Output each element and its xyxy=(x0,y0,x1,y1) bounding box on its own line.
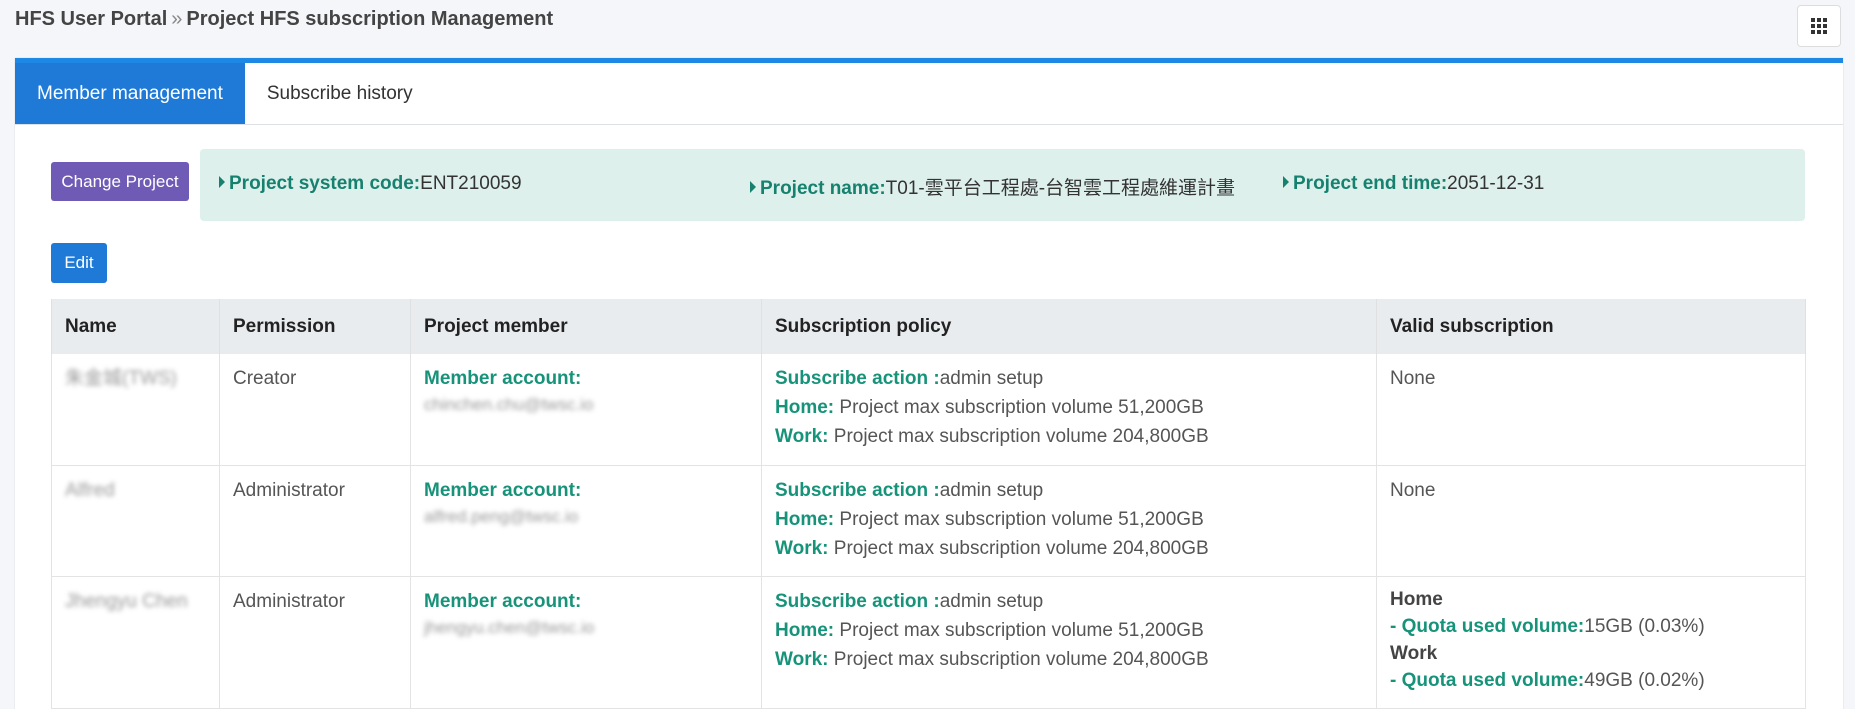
home-policy-label: Home: xyxy=(775,619,835,641)
member-name: Alfred xyxy=(51,465,220,577)
member-permission: Administrator xyxy=(219,465,411,577)
caret-right-icon xyxy=(750,181,756,193)
members-table: Name Permission Project member Subscript… xyxy=(51,299,1806,709)
home-policy-value: Project max subscription volume 51,200GB xyxy=(839,619,1204,641)
member-permission: Administrator xyxy=(219,576,411,709)
work-policy-value: Project max subscription volume 204,800G… xyxy=(833,537,1209,559)
subscription-policy-cell: Subscribe action :admin setup Home: Proj… xyxy=(761,465,1377,577)
work-policy-label: Work: xyxy=(775,426,829,447)
subscription-policy-cell: Subscribe action :admin setup Home: Proj… xyxy=(761,354,1377,466)
caret-right-icon xyxy=(1283,176,1289,188)
subscribe-action-label: Subscribe action : xyxy=(775,479,940,501)
home-policy-label: Home: xyxy=(775,508,835,530)
tab-subscribe-history[interactable]: Subscribe history xyxy=(245,63,435,124)
valid-subscription-cell: None xyxy=(1376,465,1806,577)
caret-right-icon xyxy=(219,176,225,188)
valid-subscription-cell: Home - Quota used volume:15GB (0.03%) Wo… xyxy=(1376,576,1806,709)
breadcrumb: HFS User Portal» Project HFS subscription… xyxy=(15,8,553,31)
member-account-value: chinchen.chu@twsc.io xyxy=(424,395,594,414)
member-account-cell: Member account: jhengyu.chen@twsc.io xyxy=(410,576,762,709)
project-name: Project name:T01-雲平台工程處-台智雲工程處維運計畫 xyxy=(750,173,1235,200)
member-permission: Creator xyxy=(219,354,411,466)
home-policy-label: Home: xyxy=(775,397,835,418)
quota-label: - Quota used volume: xyxy=(1390,615,1585,637)
subscribe-action-label: Subscribe action : xyxy=(775,368,940,389)
table-header-row: Name Permission Project member Subscript… xyxy=(51,299,1806,354)
column-header-name: Name xyxy=(51,299,220,354)
member-account-cell: Member account: chinchen.chu@twsc.io xyxy=(410,354,762,466)
breadcrumb-current: Project HFS subscription Management xyxy=(186,8,554,30)
subscribe-action-value: admin setup xyxy=(939,479,1044,501)
column-header-valid-subscription: Valid subscription xyxy=(1376,299,1806,354)
subscribe-action-value: admin setup xyxy=(939,590,1044,612)
member-account-label: Member account: xyxy=(424,479,582,501)
member-account-cell: Member account: alfred.peng@twsc.io xyxy=(410,465,762,577)
subscribe-action-value: admin setup xyxy=(939,368,1044,389)
subscription-policy-cell: Subscribe action :admin setup Home: Proj… xyxy=(761,576,1377,709)
edit-button[interactable]: Edit xyxy=(51,243,107,283)
project-info-bar: Project system code:ENT210059 Project na… xyxy=(200,149,1805,221)
table-row: 朱金城(TWS) Creator Member account: chinche… xyxy=(51,354,1806,466)
member-account-label: Member account: xyxy=(424,368,582,389)
home-policy-value: Project max subscription volume 51,200GB xyxy=(839,397,1204,418)
change-project-button[interactable]: Change Project xyxy=(51,162,189,201)
work-policy-value: Project max subscription volume 204,800G… xyxy=(833,426,1209,447)
apps-grid-icon xyxy=(1811,18,1827,34)
breadcrumb-separator: » xyxy=(171,8,183,30)
work-policy-label: Work: xyxy=(775,648,829,670)
tab-bar: Member management Subscribe history xyxy=(15,63,1843,125)
project-code: Project system code:ENT210059 xyxy=(219,173,522,195)
valid-home-title: Home xyxy=(1390,588,1443,610)
valid-subscription-cell: None xyxy=(1376,354,1806,466)
column-header-permission: Permission xyxy=(219,299,411,354)
apps-button[interactable] xyxy=(1797,5,1841,47)
home-policy-value: Project max subscription volume 51,200GB xyxy=(839,508,1204,530)
member-name: Jhengyu Chen xyxy=(51,576,220,709)
member-account-value: alfred.peng@twsc.io xyxy=(424,506,579,526)
project-end-time: Project end time:2051-12-31 xyxy=(1283,173,1544,195)
member-account-value: jhengyu.chen@twsc.io xyxy=(424,617,595,637)
member-name: 朱金城(TWS) xyxy=(51,354,220,466)
work-policy-value: Project max subscription volume 204,800G… xyxy=(833,648,1209,670)
breadcrumb-root[interactable]: HFS User Portal xyxy=(15,8,167,30)
tab-member-management[interactable]: Member management xyxy=(15,63,245,124)
column-header-project-member: Project member xyxy=(410,299,762,354)
quota-label: - Quota used volume: xyxy=(1390,669,1585,691)
main-card: Member management Subscribe history Chan… xyxy=(15,58,1843,709)
column-header-subscription-policy: Subscription policy xyxy=(761,299,1377,354)
member-account-label: Member account: xyxy=(424,590,582,612)
valid-work-title: Work xyxy=(1390,642,1438,664)
table-row: Alfred Administrator Member account: alf… xyxy=(51,465,1806,577)
work-policy-label: Work: xyxy=(775,537,829,559)
subscribe-action-label: Subscribe action : xyxy=(775,590,940,612)
quota-work-value: 49GB (0.02%) xyxy=(1584,669,1705,691)
quota-home-value: 15GB (0.03%) xyxy=(1584,615,1705,637)
table-row: Jhengyu Chen Administrator Member accoun… xyxy=(51,576,1806,709)
